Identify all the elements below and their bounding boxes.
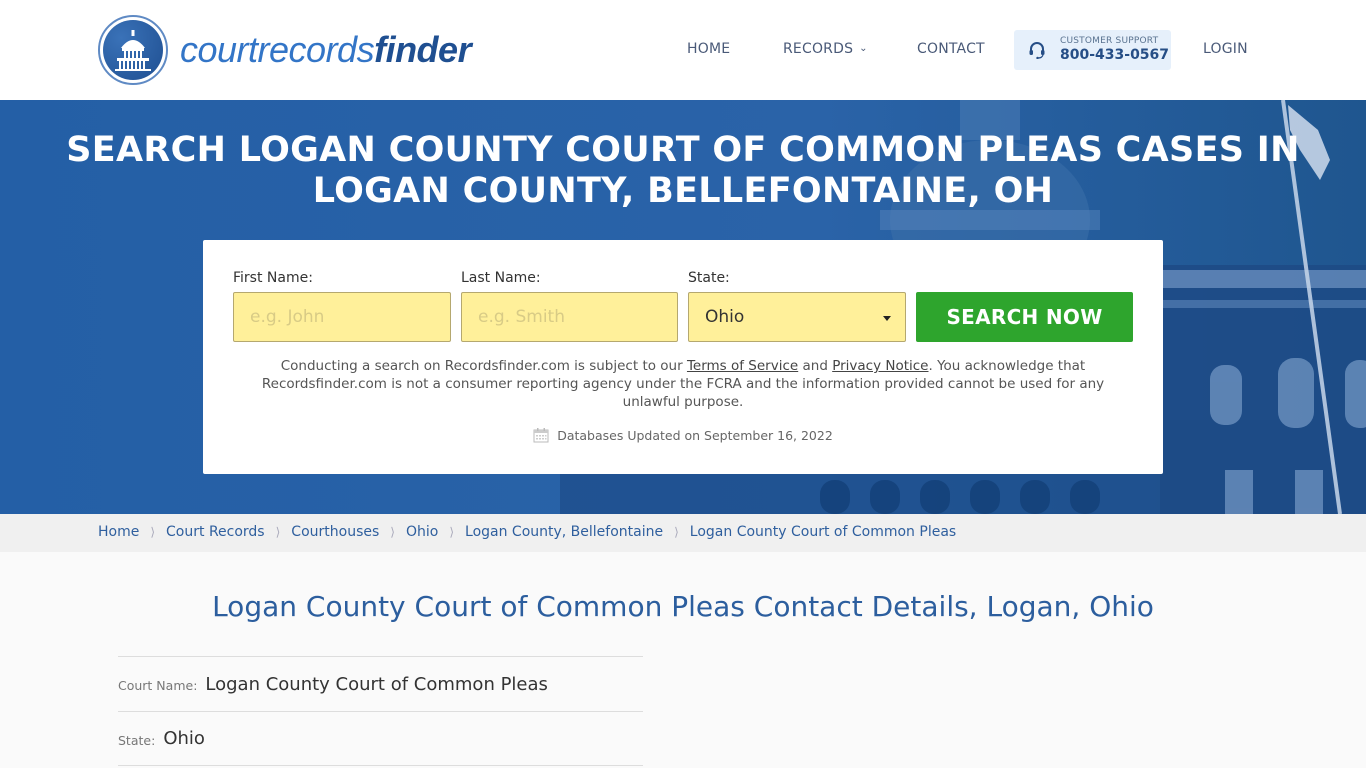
chevron-down-icon: ⌄ [859, 43, 868, 54]
chevron-right-icon: ⟩ [390, 525, 395, 539]
search-now-button[interactable]: SEARCH NOW [916, 292, 1133, 342]
databases-updated: Databases Updated on September 16, 2022 [203, 427, 1163, 443]
detail-row-state: State: Ohio [118, 711, 643, 766]
breadcrumb-home[interactable]: Home [98, 524, 139, 540]
support-label: CUSTOMER SUPPORT [1060, 36, 1159, 46]
customer-support-button[interactable]: CUSTOMER SUPPORT 800-433-0567 [1014, 30, 1171, 70]
nav-login[interactable]: LOGIN [1203, 41, 1248, 57]
databases-updated-text: Databases Updated on September 16, 2022 [557, 427, 833, 443]
court-name-label: Court Name: [118, 678, 198, 693]
court-details: Court Name: Logan County Court of Common… [118, 656, 643, 766]
state-select[interactable]: Ohio [688, 292, 906, 342]
hero-title-line1: SEARCH LOGAN COUNTY COURT OF COMMON PLEA… [66, 130, 1300, 170]
logo-text-part2: finder [374, 29, 472, 70]
logo-text-part1: courtrecords [180, 29, 375, 70]
first-name-input[interactable] [233, 292, 451, 342]
state-select-value: Ohio [705, 307, 745, 327]
terms-of-service-link[interactable]: Terms of Service [687, 358, 798, 374]
disclaimer-text-2: and [798, 358, 833, 374]
search-disclaimer: Conducting a search on Recordsfinder.com… [243, 357, 1123, 411]
chevron-right-icon: ⟩ [275, 525, 281, 539]
state-detail-label: State: [118, 732, 156, 748]
nav-records-label: RECORDS [783, 41, 854, 57]
last-name-label: Last Name: [461, 270, 541, 286]
search-form: First Name: Last Name: State: Ohio SEARC… [203, 240, 1163, 474]
page-title: Logan County Court of Common Pleas Conta… [212, 590, 1154, 623]
breadcrumb-logan-county[interactable]: Logan County, Bellefontaine [465, 524, 663, 540]
chevron-right-icon: ⟩ [449, 525, 455, 539]
disclaimer-text-1: Conducting a search on Recordsfinder.com… [280, 358, 687, 374]
first-name-label: First Name: [233, 270, 313, 286]
breadcrumb-courthouses[interactable]: Courthouses [291, 524, 379, 540]
detail-row-court-name: Court Name: Logan County Court of Common… [118, 656, 643, 711]
headset-icon [1029, 42, 1045, 59]
logo-wordmark: courtrecordsfinder [180, 29, 472, 70]
hero-title: SEARCH LOGAN COUNTY COURT OF COMMON PLEA… [0, 130, 1366, 212]
breadcrumb-bar: Home ⟩ Court Records ⟩ Courthouses ⟩ Ohi… [0, 514, 1366, 552]
breadcrumb: Home ⟩ Court Records ⟩ Courthouses ⟩ Ohi… [98, 524, 956, 540]
last-name-input[interactable] [461, 292, 678, 342]
support-phone: 800-433-0567 [1060, 47, 1170, 63]
chevron-right-icon: ⟩ [150, 525, 156, 539]
chevron-right-icon: ⟩ [674, 525, 679, 539]
breadcrumb-ohio[interactable]: Ohio [406, 524, 438, 540]
nav-home[interactable]: HOME [687, 41, 730, 57]
privacy-notice-link[interactable]: Privacy Notice [832, 358, 928, 374]
capitol-logo-icon [98, 15, 168, 85]
breadcrumb-court-records[interactable]: Court Records [166, 524, 265, 540]
site-header: courtrecordsfinder HOME RECORDS ⌄ CONTACT… [0, 0, 1366, 100]
hero-title-line2: LOGAN COUNTY, BELLEFONTAINE, OH [312, 171, 1054, 211]
site-logo[interactable]: courtrecordsfinder [98, 15, 472, 85]
hero-banner: SEARCH LOGAN COUNTY COURT OF COMMON PLEA… [0, 100, 1366, 514]
nav-contact[interactable]: CONTACT [917, 41, 985, 57]
calendar-icon [533, 428, 549, 443]
state-detail-value: Ohio [163, 728, 205, 749]
nav-records[interactable]: RECORDS ⌄ [783, 41, 868, 57]
state-label: State: [688, 270, 730, 286]
court-name-value: Logan County Court of Common Pleas [205, 673, 548, 695]
breadcrumb-current-court[interactable]: Logan County Court of Common Pleas [690, 524, 956, 540]
caret-down-icon [883, 316, 891, 321]
